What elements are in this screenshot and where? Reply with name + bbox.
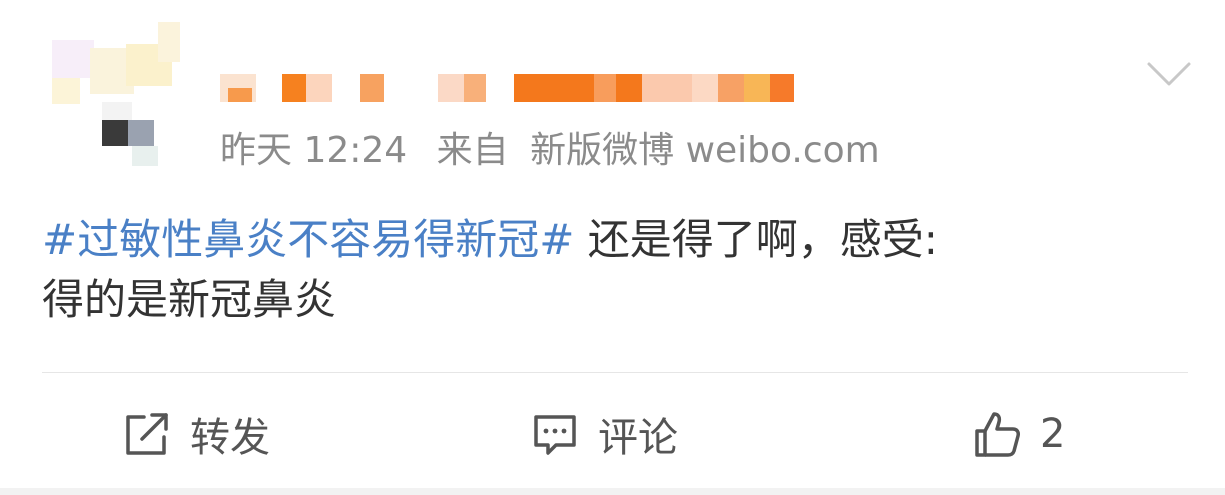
like-button[interactable]: 2 [972,406,1065,462]
post-text-line1: 还是得了啊，感受: [574,215,938,264]
comment-label: 评论 [598,415,678,461]
topic-link[interactable]: #过敏性鼻炎不容易得新冠# [42,215,574,264]
repost-button[interactable]: 转发 [122,406,270,462]
like-count: 2 [1040,411,1066,457]
avatar[interactable] [40,22,180,172]
comment-button[interactable]: 评论 [530,406,678,462]
post-time: 昨天 12:24 [220,130,408,171]
post-meta: 昨天 12:24 来自 新版微博 weibo.com [220,128,880,174]
comment-icon [534,415,576,455]
post-content: #过敏性鼻炎不容易得新冠# 还是得了啊，感受: 得的是新冠鼻炎 [42,210,1182,330]
repost-label: 转发 [190,415,270,461]
bottom-separator [0,488,1225,495]
repost-icon [126,413,168,455]
chevron-down-icon[interactable] [1145,58,1193,90]
username-redacted[interactable] [220,74,800,102]
like-icon [975,412,1020,457]
divider [42,372,1188,373]
source-prefix: 来自 [436,130,509,171]
post-text-line2: 得的是新冠鼻炎 [42,275,337,324]
post-source[interactable]: 新版微博 weibo.com [530,130,880,171]
weibo-post-card: 昨天 12:24 来自 新版微博 weibo.com #过敏性鼻炎不容易得新冠#… [0,0,1225,495]
